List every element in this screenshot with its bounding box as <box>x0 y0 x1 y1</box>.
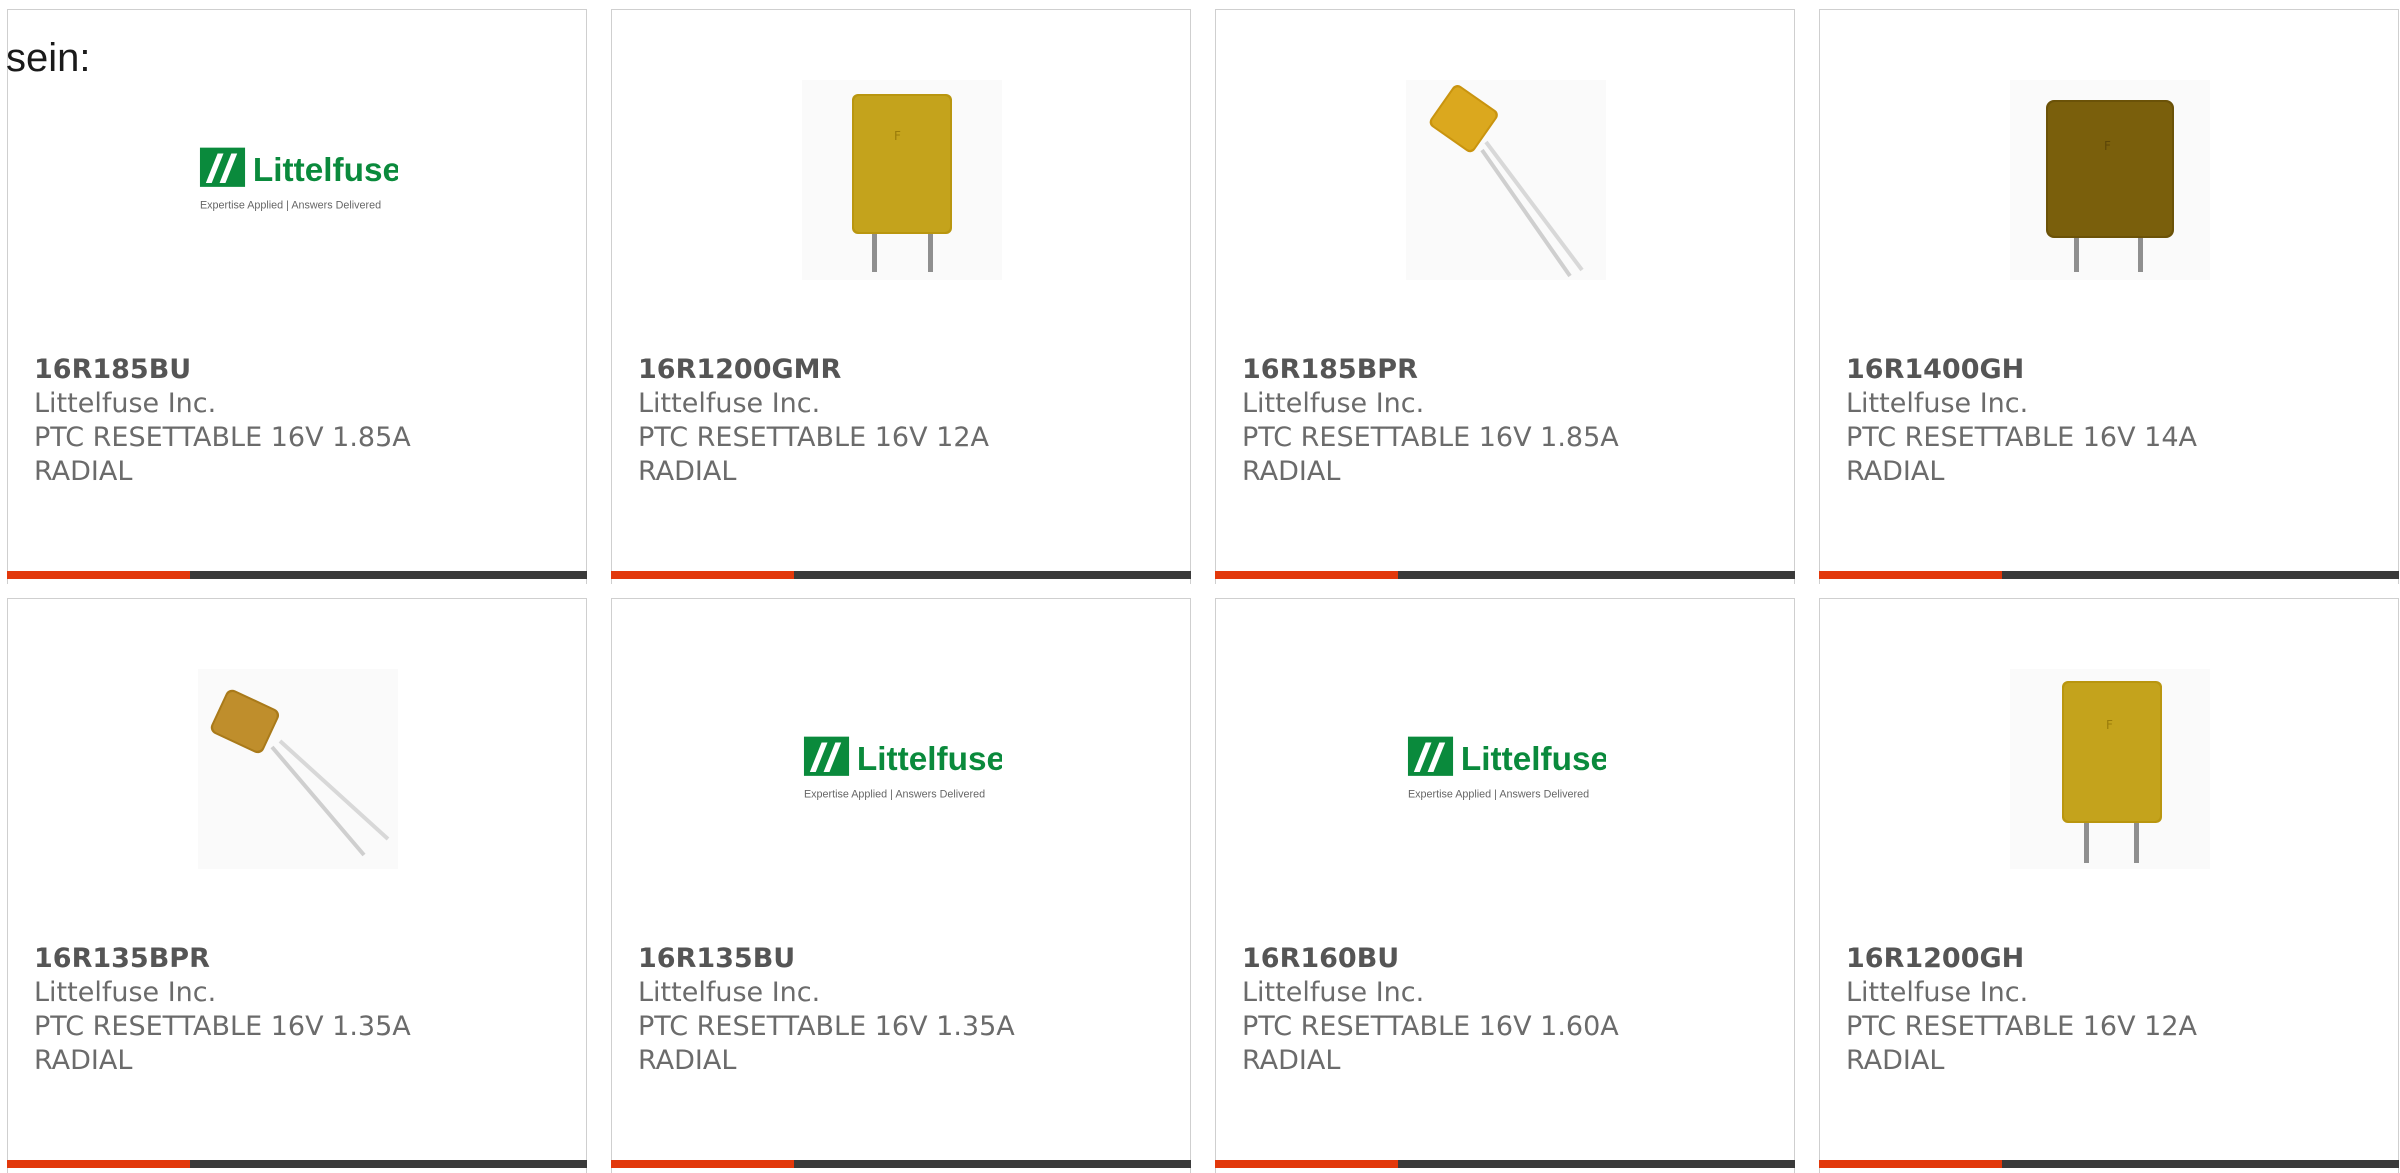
product-card[interactable]: F 16R1200GMR Littelfuse Inc. PTC RESETTA… <box>611 9 1191 584</box>
part-number[interactable]: 16R1200GH <box>1846 942 2388 976</box>
description: PTC RESETTABLE 16V 1.85A RADIAL <box>1242 422 1619 487</box>
logo-wordmark: Littelfuse <box>857 741 1002 778</box>
card-bottom-bar <box>7 1160 587 1168</box>
svg-text:F: F <box>2106 718 2113 732</box>
product-info: 16R1200GH Littelfuse Inc. PTC RESETTABLE… <box>1846 942 2388 1078</box>
part-number[interactable]: 16R185BPR <box>1242 353 1784 387</box>
manufacturer: Littelfuse Inc. <box>1846 977 2029 1008</box>
manufacturer: Littelfuse Inc. <box>34 388 217 419</box>
product-info: 16R185BPR Littelfuse Inc. PTC RESETTABLE… <box>1242 353 1784 489</box>
ptc-rectangular-fuse-image[interactable]: F <box>2010 669 2210 869</box>
logo-wordmark: Littelfuse <box>1461 741 1606 778</box>
description: PTC RESETTABLE 16V 1.85A RADIAL <box>34 422 411 487</box>
ptc-dark-rectangular-fuse-image[interactable]: F <box>2010 80 2210 280</box>
card-bar-accent <box>611 1160 794 1168</box>
logo-wordmark: Littelfuse <box>253 152 398 189</box>
card-bottom-bar <box>611 1160 1191 1168</box>
card-bottom-bar <box>1215 1160 1795 1168</box>
manufacturer: Littelfuse Inc. <box>1242 977 1425 1008</box>
card-bar-accent <box>611 571 794 579</box>
description: PTC RESETTABLE 16V 14A RADIAL <box>1846 422 2197 487</box>
logo-tagline: Expertise Applied | Answers Delivered <box>1408 788 1589 800</box>
product-info: 16R160BU Littelfuse Inc. PTC RESETTABLE … <box>1242 942 1784 1078</box>
part-number[interactable]: 16R135BU <box>638 942 1180 976</box>
part-number[interactable]: 16R160BU <box>1242 942 1784 976</box>
product-card[interactable]: Littelfuse Expertise Applied | Answers D… <box>611 598 1191 1173</box>
littelfuse-logo-image[interactable]: Littelfuse Expertise Applied | Answers D… <box>198 80 398 280</box>
product-card[interactable]: F 16R1400GH Littelfuse Inc. PTC RESETTAB… <box>1819 9 2399 584</box>
svg-text:F: F <box>894 129 901 143</box>
product-info: 16R1200GMR Littelfuse Inc. PTC RESETTABL… <box>638 353 1180 489</box>
description: PTC RESETTABLE 16V 1.60A RADIAL <box>1242 1011 1619 1076</box>
part-number[interactable]: 16R185BU <box>34 353 576 387</box>
manufacturer: Littelfuse Inc. <box>1846 388 2029 419</box>
logo-tagline: Expertise Applied | Answers Delivered <box>200 199 381 211</box>
manufacturer: Littelfuse Inc. <box>638 977 821 1008</box>
product-info: 16R135BPR Littelfuse Inc. PTC RESETTABLE… <box>34 942 576 1078</box>
part-number[interactable]: 16R135BPR <box>34 942 576 976</box>
ptc-rectangular-fuse-image[interactable]: F <box>802 80 1002 280</box>
littelfuse-logo-image[interactable]: Littelfuse Expertise Applied | Answers D… <box>802 669 1002 869</box>
manufacturer: Littelfuse Inc. <box>1242 388 1425 419</box>
product-info: 16R185BU Littelfuse Inc. PTC RESETTABLE … <box>34 353 576 489</box>
card-bar-accent <box>1215 571 1398 579</box>
description: PTC RESETTABLE 16V 1.35A RADIAL <box>34 1011 411 1076</box>
manufacturer: Littelfuse Inc. <box>638 388 821 419</box>
intro-text: sein: <box>6 36 91 80</box>
svg-text:F: F <box>2104 139 2111 153</box>
description: PTC RESETTABLE 16V 1.35A RADIAL <box>638 1011 1015 1076</box>
card-bar-accent <box>7 1160 190 1168</box>
part-number[interactable]: 16R1200GMR <box>638 353 1180 387</box>
card-bar-accent <box>1819 1160 2002 1168</box>
card-bottom-bar <box>1819 1160 2399 1168</box>
product-card[interactable]: Littelfuse Expertise Applied | Answers D… <box>7 9 587 584</box>
ptc-small-angled-fuse-image[interactable] <box>1406 80 1606 280</box>
card-bar-accent <box>1819 571 2002 579</box>
product-card[interactable]: 16R135BPR Littelfuse Inc. PTC RESETTABLE… <box>7 598 587 1173</box>
product-grid: Littelfuse Expertise Applied | Answers D… <box>0 0 2400 1173</box>
card-bottom-bar <box>1819 571 2399 579</box>
description: PTC RESETTABLE 16V 12A RADIAL <box>638 422 989 487</box>
card-bar-accent <box>7 571 190 579</box>
product-card[interactable]: F 16R1200GH Littelfuse Inc. PTC RESETTAB… <box>1819 598 2399 1173</box>
part-number[interactable]: 16R1400GH <box>1846 353 2388 387</box>
product-card[interactable]: 16R185BPR Littelfuse Inc. PTC RESETTABLE… <box>1215 9 1795 584</box>
ptc-small-angled-fuse-image[interactable] <box>198 669 398 869</box>
product-card[interactable]: Littelfuse Expertise Applied | Answers D… <box>1215 598 1795 1173</box>
littelfuse-logo-image[interactable]: Littelfuse Expertise Applied | Answers D… <box>1406 669 1606 869</box>
description: PTC RESETTABLE 16V 12A RADIAL <box>1846 1011 2197 1076</box>
product-info: 16R135BU Littelfuse Inc. PTC RESETTABLE … <box>638 942 1180 1078</box>
card-bar-accent <box>1215 1160 1398 1168</box>
logo-tagline: Expertise Applied | Answers Delivered <box>804 788 985 800</box>
card-bottom-bar <box>7 571 587 579</box>
manufacturer: Littelfuse Inc. <box>34 977 217 1008</box>
product-info: 16R1400GH Littelfuse Inc. PTC RESETTABLE… <box>1846 353 2388 489</box>
card-bottom-bar <box>1215 571 1795 579</box>
card-bottom-bar <box>611 571 1191 579</box>
